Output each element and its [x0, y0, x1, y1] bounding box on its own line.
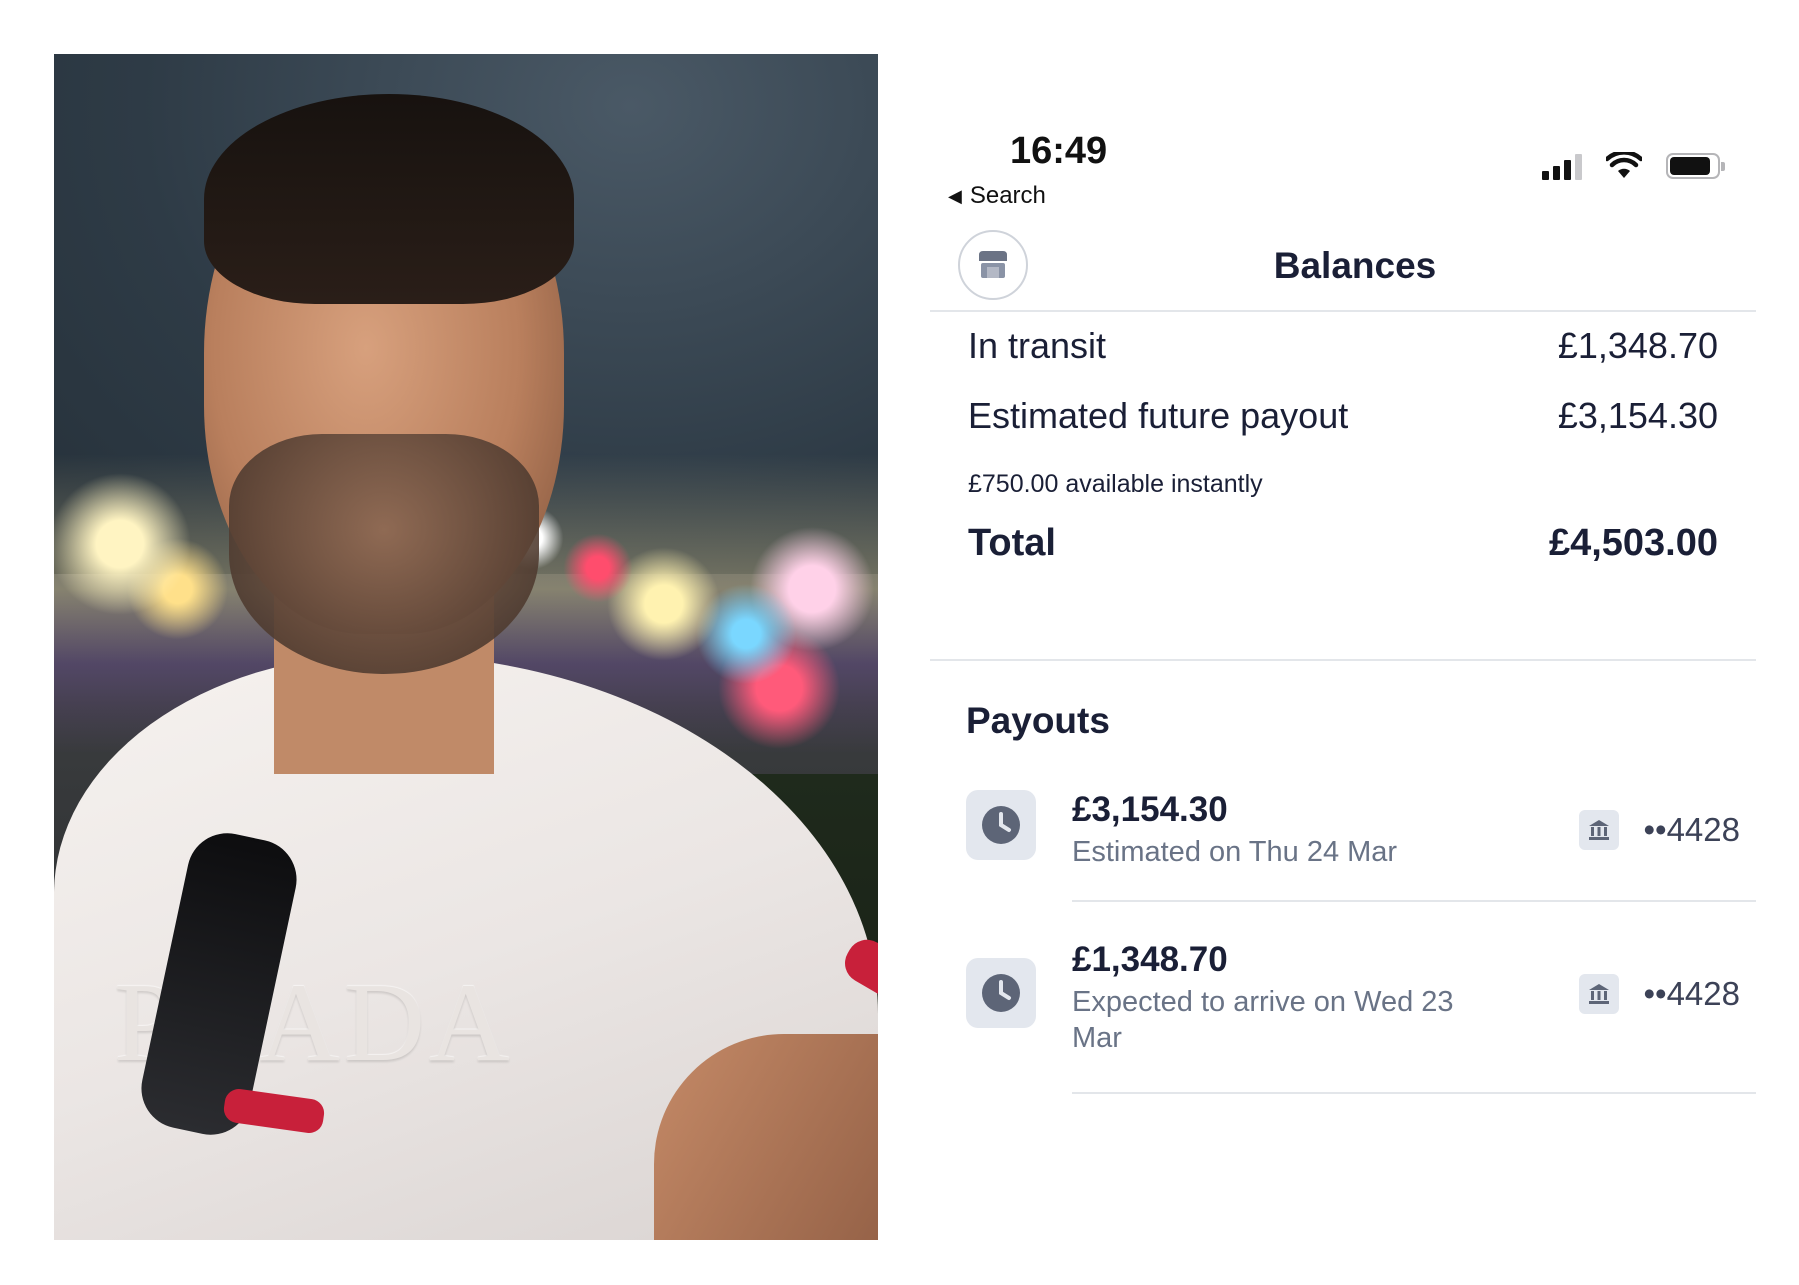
hair	[204, 94, 574, 304]
payout-item[interactable]: £1,348.70 Expected to arrive on Wed 23 M…	[966, 940, 1740, 1056]
payout-item[interactable]: £3,154.30 Estimated on Thu 24 Mar ••4428	[966, 790, 1740, 870]
back-arrow-icon: ◀	[948, 185, 962, 206]
battery-icon	[1666, 153, 1725, 179]
payout-divider	[1072, 900, 1756, 902]
in-transit-label: In transit	[968, 325, 1107, 366]
account-number: ••4428	[1643, 975, 1740, 1012]
future-payout-label: Estimated future payout	[968, 395, 1349, 436]
instant-availability-note: £750.00 available instantly	[968, 470, 1263, 498]
status-icons	[1542, 152, 1725, 180]
beard	[229, 434, 539, 674]
page-title: Balances	[1273, 245, 1437, 286]
clock-icon	[966, 958, 1036, 1028]
payout-amount: £3,154.30	[1072, 790, 1228, 829]
total-label: Total	[968, 522, 1056, 564]
cellular-signal-icon	[1542, 152, 1582, 180]
balances-screen: 16:49 ◀ Search Balances In transit £1,34…	[930, 110, 1760, 1110]
bank-icon	[1579, 810, 1620, 850]
total-value: £4,503.00	[1548, 522, 1718, 564]
in-transit-value: £1,348.70	[1557, 325, 1718, 366]
payout-text: £3,154.30 Estimated on Thu 24 Mar	[1072, 790, 1579, 870]
back-to-search[interactable]: ◀ Search	[948, 182, 1046, 210]
payout-date: Expected to arrive on Wed 23 Mar	[1072, 986, 1454, 1054]
header-divider	[930, 310, 1756, 312]
payout-destination: ••4428	[1579, 810, 1740, 850]
payout-destination: ••4428	[1579, 974, 1740, 1014]
future-payout-row: Estimated future payout £3,154.30	[968, 395, 1718, 437]
future-payout-value: £3,154.30	[1557, 395, 1718, 436]
account-number: ••4428	[1643, 811, 1740, 848]
payouts-title: Payouts	[966, 700, 1110, 741]
status-time: 16:49	[1010, 130, 1108, 172]
back-label: Search	[969, 182, 1046, 209]
bank-icon	[1579, 974, 1620, 1014]
clock-icon	[966, 790, 1036, 860]
selfie-photo: PRADA	[54, 54, 878, 1240]
total-row: Total £4,503.00	[968, 522, 1718, 565]
payout-divider	[1072, 1092, 1756, 1094]
payout-date: Estimated on Thu 24 Mar	[1072, 836, 1398, 868]
payout-amount: £1,348.70	[1072, 940, 1228, 979]
balances-divider	[930, 659, 1756, 661]
in-transit-row: In transit £1,348.70	[968, 325, 1718, 367]
wifi-icon	[1606, 152, 1642, 178]
payout-text: £1,348.70 Expected to arrive on Wed 23 M…	[1072, 940, 1579, 1056]
